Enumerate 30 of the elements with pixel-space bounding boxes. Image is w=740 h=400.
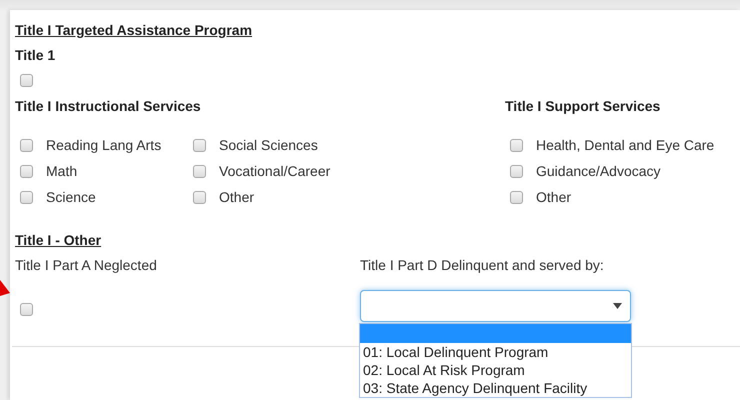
group-heading: Title I Support Services: [505, 98, 660, 114]
checkbox-label: Guidance/Advocacy: [536, 163, 661, 179]
checkbox-label: Health, Dental and Eye Care: [536, 137, 714, 153]
field-label: Title I Part D Delinquent and served by:: [360, 257, 604, 273]
checkbox[interactable]: [193, 138, 206, 152]
arrow-icon: [0, 280, 10, 296]
select-field[interactable]: [360, 290, 631, 322]
checkbox-label: Science: [46, 189, 96, 205]
checkbox[interactable]: [20, 303, 33, 316]
checkbox-label: Other: [219, 189, 254, 205]
checkbox[interactable]: [510, 138, 523, 152]
checkbox-label: Reading Lang Arts: [46, 137, 162, 153]
section-heading: Title I Targeted Assistance Program: [15, 22, 252, 38]
checkbox[interactable]: [193, 190, 206, 204]
checkbox-label: Other: [536, 189, 572, 205]
checkbox[interactable]: [20, 164, 33, 178]
checkbox-label: Vocational/Career: [219, 163, 330, 179]
checkbox[interactable]: [20, 74, 33, 87]
checkbox[interactable]: [510, 164, 523, 178]
checkbox[interactable]: [193, 164, 206, 178]
checkbox[interactable]: [20, 190, 33, 204]
checkbox[interactable]: [510, 190, 523, 204]
checkbox[interactable]: [20, 138, 33, 152]
caret-icon: [613, 303, 622, 309]
section-heading: Title I - Other: [15, 232, 102, 248]
checkbox-label: Math: [46, 163, 78, 179]
checkbox-label: Social Sciences: [219, 137, 318, 153]
field-label: Title I Part A Neglected: [15, 257, 157, 273]
field-label: Title 1: [15, 47, 56, 63]
group-heading: Title I Instructional Services: [15, 98, 201, 114]
